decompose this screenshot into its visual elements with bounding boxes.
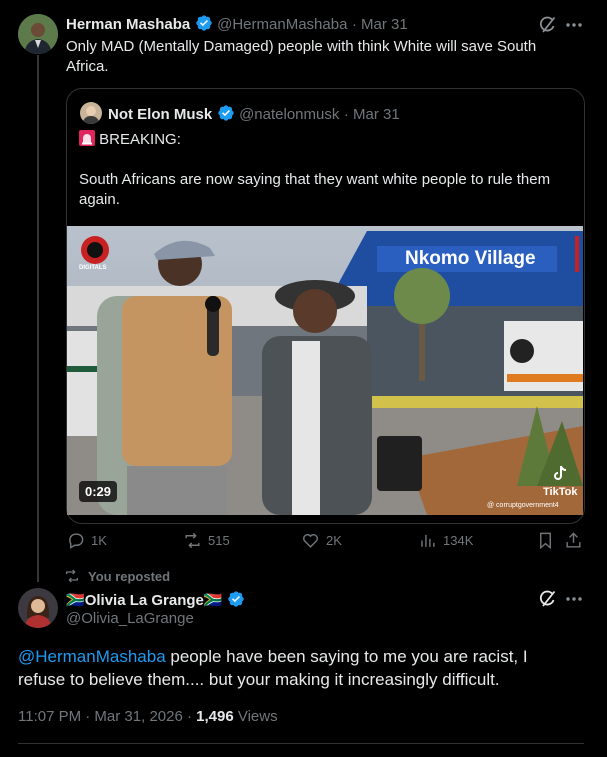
post-text: Only MAD (Mentally Damaged) people with … (66, 38, 537, 75)
avatar[interactable] (80, 102, 102, 124)
quoted-breaking-line: BREAKING: (79, 130, 181, 150)
reply-text: @HermanMashaba people have been saying t… (18, 645, 578, 691)
share-icon (566, 531, 581, 548)
reply-icon (69, 532, 84, 549)
video-logo-label: DIGITALS (79, 265, 107, 271)
post-time: · Mar 31 (343, 106, 400, 123)
views-button[interactable]: 134K (418, 529, 473, 551)
display-name[interactable]: Olivia La Grange (85, 592, 204, 609)
flag-right-icon: 🇿🇦 (203, 592, 223, 609)
quoted-line-2: South Africans are now saying that they … (79, 171, 551, 208)
handle: @natelonmusk (239, 106, 340, 123)
verified-icon (195, 15, 212, 31)
repost-indicator: You reposted (64, 568, 170, 584)
share-button[interactable] (564, 529, 583, 551)
mention-link[interactable]: @HermanMashaba (18, 647, 166, 666)
post-time[interactable]: · Mar 31 (352, 16, 408, 33)
views-count: 134K (443, 532, 474, 548)
handle[interactable]: @HermanMashaba (217, 16, 347, 33)
video-player[interactable]: DIGITALS Nkomo Village TikTok @ corruptg… (67, 226, 583, 515)
quoted-line-1: BREAKING: (99, 131, 181, 148)
more-icon[interactable] (564, 589, 584, 609)
main-post-header: Herman Mashaba @HermanMashaba · Mar 31 (66, 14, 408, 34)
views-count: 1,496 (196, 708, 234, 725)
like-count: 2K (326, 532, 342, 548)
avatar[interactable] (18, 14, 58, 54)
timestamp[interactable]: 11:07 PM · Mar 31, 2026 · (18, 708, 196, 725)
grok-icon[interactable] (538, 589, 558, 609)
more-icon[interactable] (564, 15, 584, 35)
avatar[interactable] (18, 588, 58, 628)
store-sign: Nkomo Village (405, 248, 536, 269)
bookmark-button[interactable] (536, 529, 555, 551)
tiktok-watermark: TikTok (543, 486, 578, 498)
flag-left-icon: 🇿🇦 (66, 592, 85, 609)
reply-button[interactable]: 1K (66, 529, 107, 551)
reply-count: 1K (91, 532, 107, 548)
verified-icon (217, 105, 234, 121)
repost-button[interactable]: 515 (183, 529, 230, 551)
divider (18, 743, 584, 744)
repost-count: 515 (208, 532, 230, 548)
thread-connector-line (37, 55, 39, 582)
siren-icon (79, 130, 95, 146)
repost-label: You reposted (88, 568, 171, 584)
like-icon (303, 533, 318, 548)
repost-icon (66, 569, 78, 583)
display-name: Not Elon Musk (108, 106, 213, 123)
like-button[interactable]: 2K (301, 529, 342, 551)
post-meta: 11:07 PM · Mar 31, 2026 · 1,496 Views (18, 708, 278, 725)
views-label: Views (233, 708, 278, 725)
handle[interactable]: @Olivia_LaGrange (66, 610, 194, 627)
views-icon (421, 534, 435, 547)
repost-icon (185, 532, 200, 548)
reply-post-header: 🇿🇦Olivia La Grange🇿🇦 (66, 590, 245, 610)
quoted-post-header: Not Elon Musk @natelonmusk · Mar 31 (108, 104, 400, 124)
tiktok-icon (552, 465, 568, 481)
bookmark-icon (540, 532, 551, 549)
tiktok-username: @ corruptgovernment4 (487, 502, 559, 509)
grok-icon[interactable] (538, 15, 558, 35)
video-duration: 0:29 (79, 481, 118, 502)
display-name[interactable]: Herman Mashaba (66, 16, 190, 33)
verified-icon (228, 591, 244, 607)
